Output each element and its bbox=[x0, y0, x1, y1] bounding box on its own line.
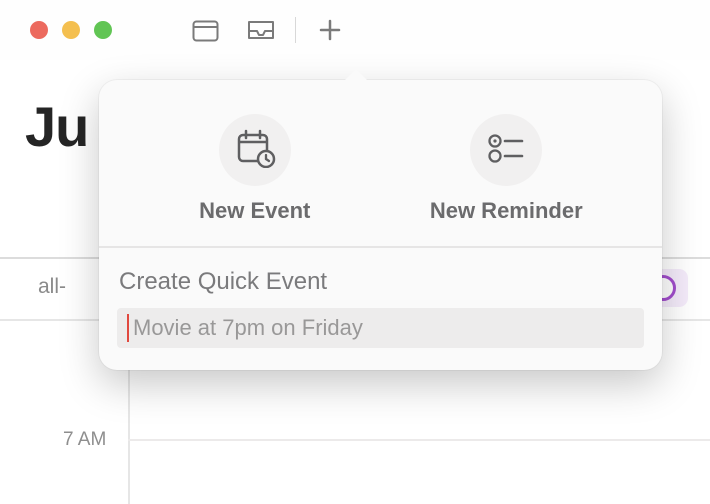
calendar-icon bbox=[192, 18, 219, 42]
traffic-lights bbox=[30, 21, 112, 39]
inbox-toolbar-button[interactable] bbox=[233, 12, 289, 48]
new-event-circle bbox=[219, 114, 291, 186]
window-toolbar bbox=[0, 0, 710, 60]
toolbar-buttons bbox=[177, 12, 358, 48]
quick-event-placeholder: Movie at 7pm on Friday bbox=[133, 315, 363, 341]
add-popover: New Event New Reminder Create Quick Even… bbox=[99, 80, 662, 370]
new-reminder-label: New Reminder bbox=[430, 198, 583, 224]
quick-event-heading: Create Quick Event bbox=[119, 268, 642, 296]
quick-event-input[interactable]: Movie at 7pm on Friday bbox=[117, 308, 644, 348]
hour-label-7am: 7 AM bbox=[63, 429, 106, 451]
popover-top: New Event New Reminder bbox=[99, 80, 662, 246]
popover-arrow bbox=[344, 68, 368, 80]
reminder-list-icon bbox=[486, 131, 526, 170]
new-reminder-circle bbox=[470, 114, 542, 186]
minimize-window-button[interactable] bbox=[62, 21, 80, 39]
month-title: Ju bbox=[25, 94, 88, 159]
add-toolbar-button[interactable] bbox=[302, 12, 358, 48]
plus-icon bbox=[319, 19, 341, 41]
calendar-add-icon bbox=[234, 128, 276, 173]
new-event-option[interactable]: New Event bbox=[129, 114, 381, 224]
toolbar-separator bbox=[295, 17, 296, 43]
text-caret bbox=[127, 314, 129, 342]
popover-bottom: Create Quick Event Movie at 7pm on Frida… bbox=[99, 248, 662, 370]
inbox-icon bbox=[246, 19, 276, 41]
close-window-button[interactable] bbox=[30, 21, 48, 39]
calendars-toolbar-button[interactable] bbox=[177, 12, 233, 48]
zoom-window-button[interactable] bbox=[94, 21, 112, 39]
allday-label: all- bbox=[38, 275, 66, 299]
new-event-label: New Event bbox=[199, 198, 310, 224]
hour-line-7am bbox=[128, 439, 710, 441]
new-reminder-option[interactable]: New Reminder bbox=[381, 114, 633, 224]
